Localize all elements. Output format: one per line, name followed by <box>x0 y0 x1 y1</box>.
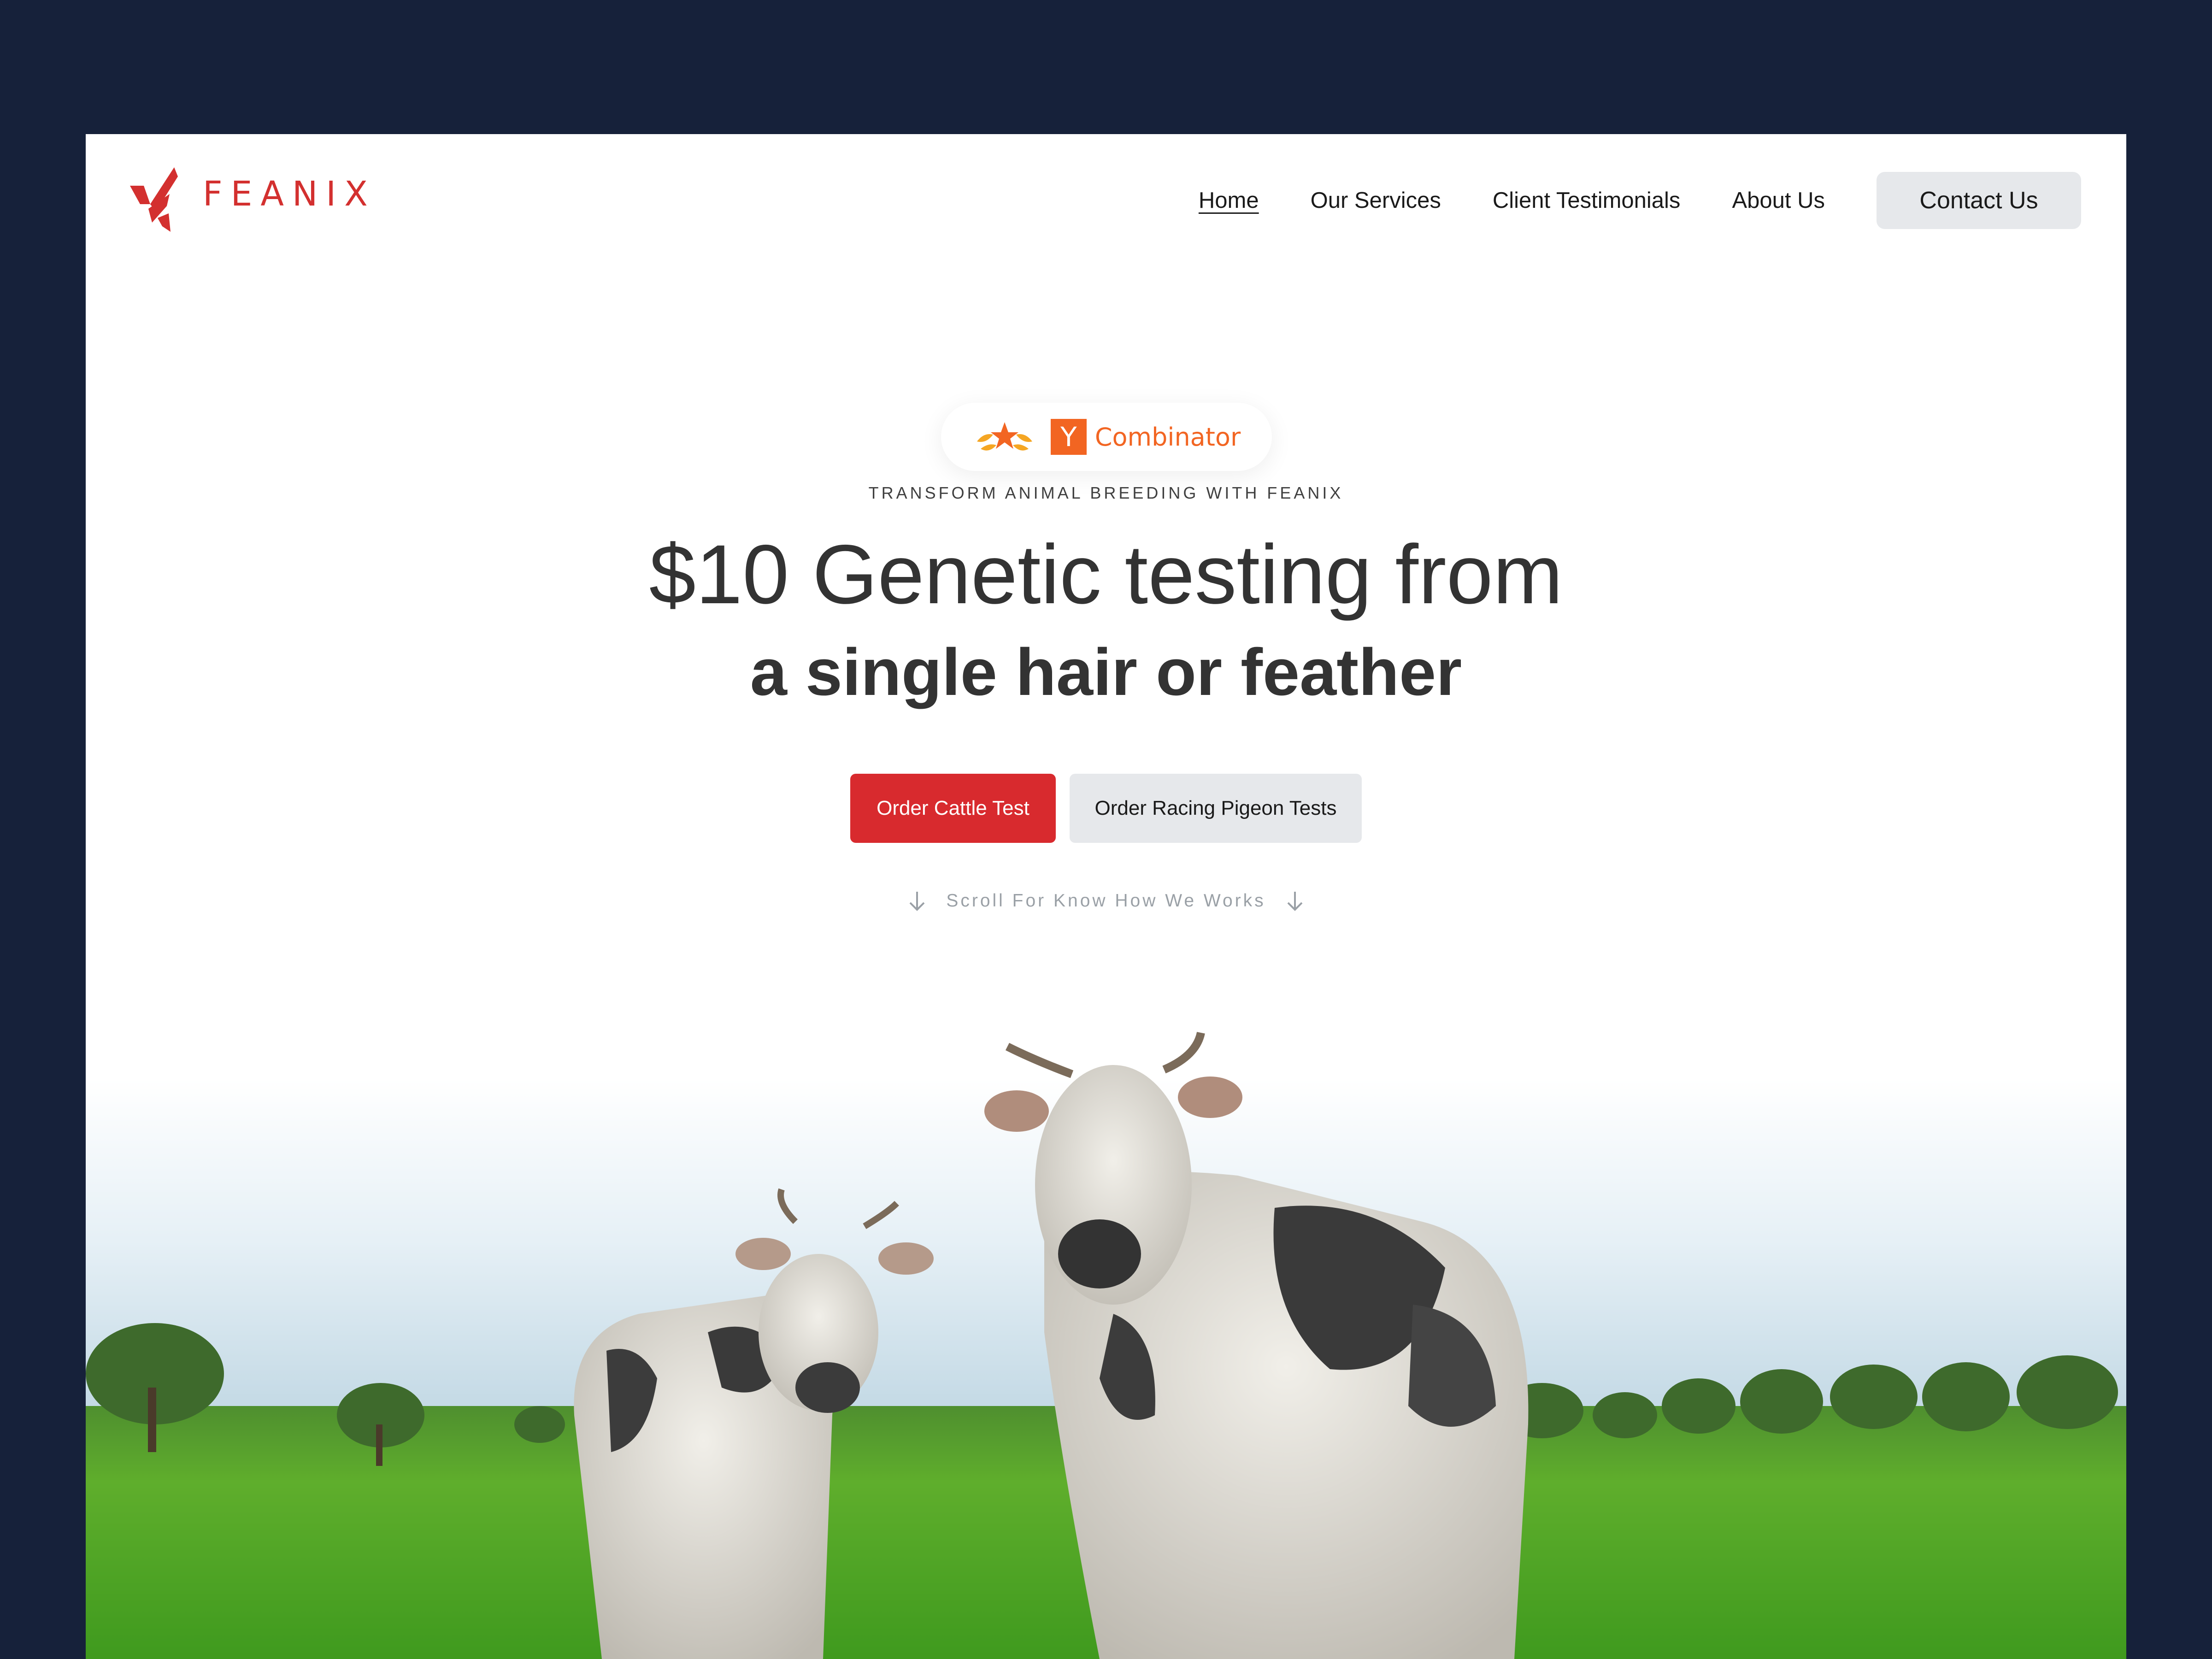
feanix-logo-icon <box>130 167 178 232</box>
yc-name: Combinator <box>1094 422 1241 452</box>
scroll-hint[interactable]: Scroll For Know How We Works <box>86 890 2126 912</box>
cta-row: Order Cattle Test Order Racing Pigeon Te… <box>86 774 2126 843</box>
browser-window: FEANIX Home Our Services Client Testimon… <box>86 134 2126 1659</box>
yc-badge: Y Combinator <box>941 403 1272 471</box>
brand-name: FEANIX <box>203 174 376 214</box>
hero-headline-line1: $10 Genetic testing from <box>649 527 1563 621</box>
arrow-down-icon <box>1287 892 1303 911</box>
nav-item-our-services[interactable]: Our Services <box>1311 188 1441 213</box>
nav-item-home[interactable]: Home <box>1199 188 1259 213</box>
order-racing-pigeon-tests-button[interactable]: Order Racing Pigeon Tests <box>1070 774 1362 843</box>
hero-headline-line2: a single hair or feather <box>750 635 1462 709</box>
brand-logo[interactable]: FEANIX <box>130 167 376 232</box>
laurel-star-icon <box>977 422 1032 451</box>
scroll-hint-label: Scroll For Know How We Works <box>946 891 1266 911</box>
contact-us-button[interactable]: Contact Us <box>1877 172 2081 229</box>
hero-eyebrow: TRANSFORM ANIMAL BREEDING WITH FEANIX <box>868 483 1344 502</box>
main-nav: Home Our Services Client Testimonials Ab… <box>1199 172 2081 229</box>
order-cattle-test-button[interactable]: Order Cattle Test <box>850 774 1056 843</box>
yc-logo-icon: Y <box>1050 419 1087 455</box>
nav-item-client-testimonials[interactable]: Client Testimonials <box>1493 188 1681 213</box>
nav-item-about-us[interactable]: About Us <box>1732 188 1825 213</box>
arrow-down-icon <box>909 892 925 911</box>
